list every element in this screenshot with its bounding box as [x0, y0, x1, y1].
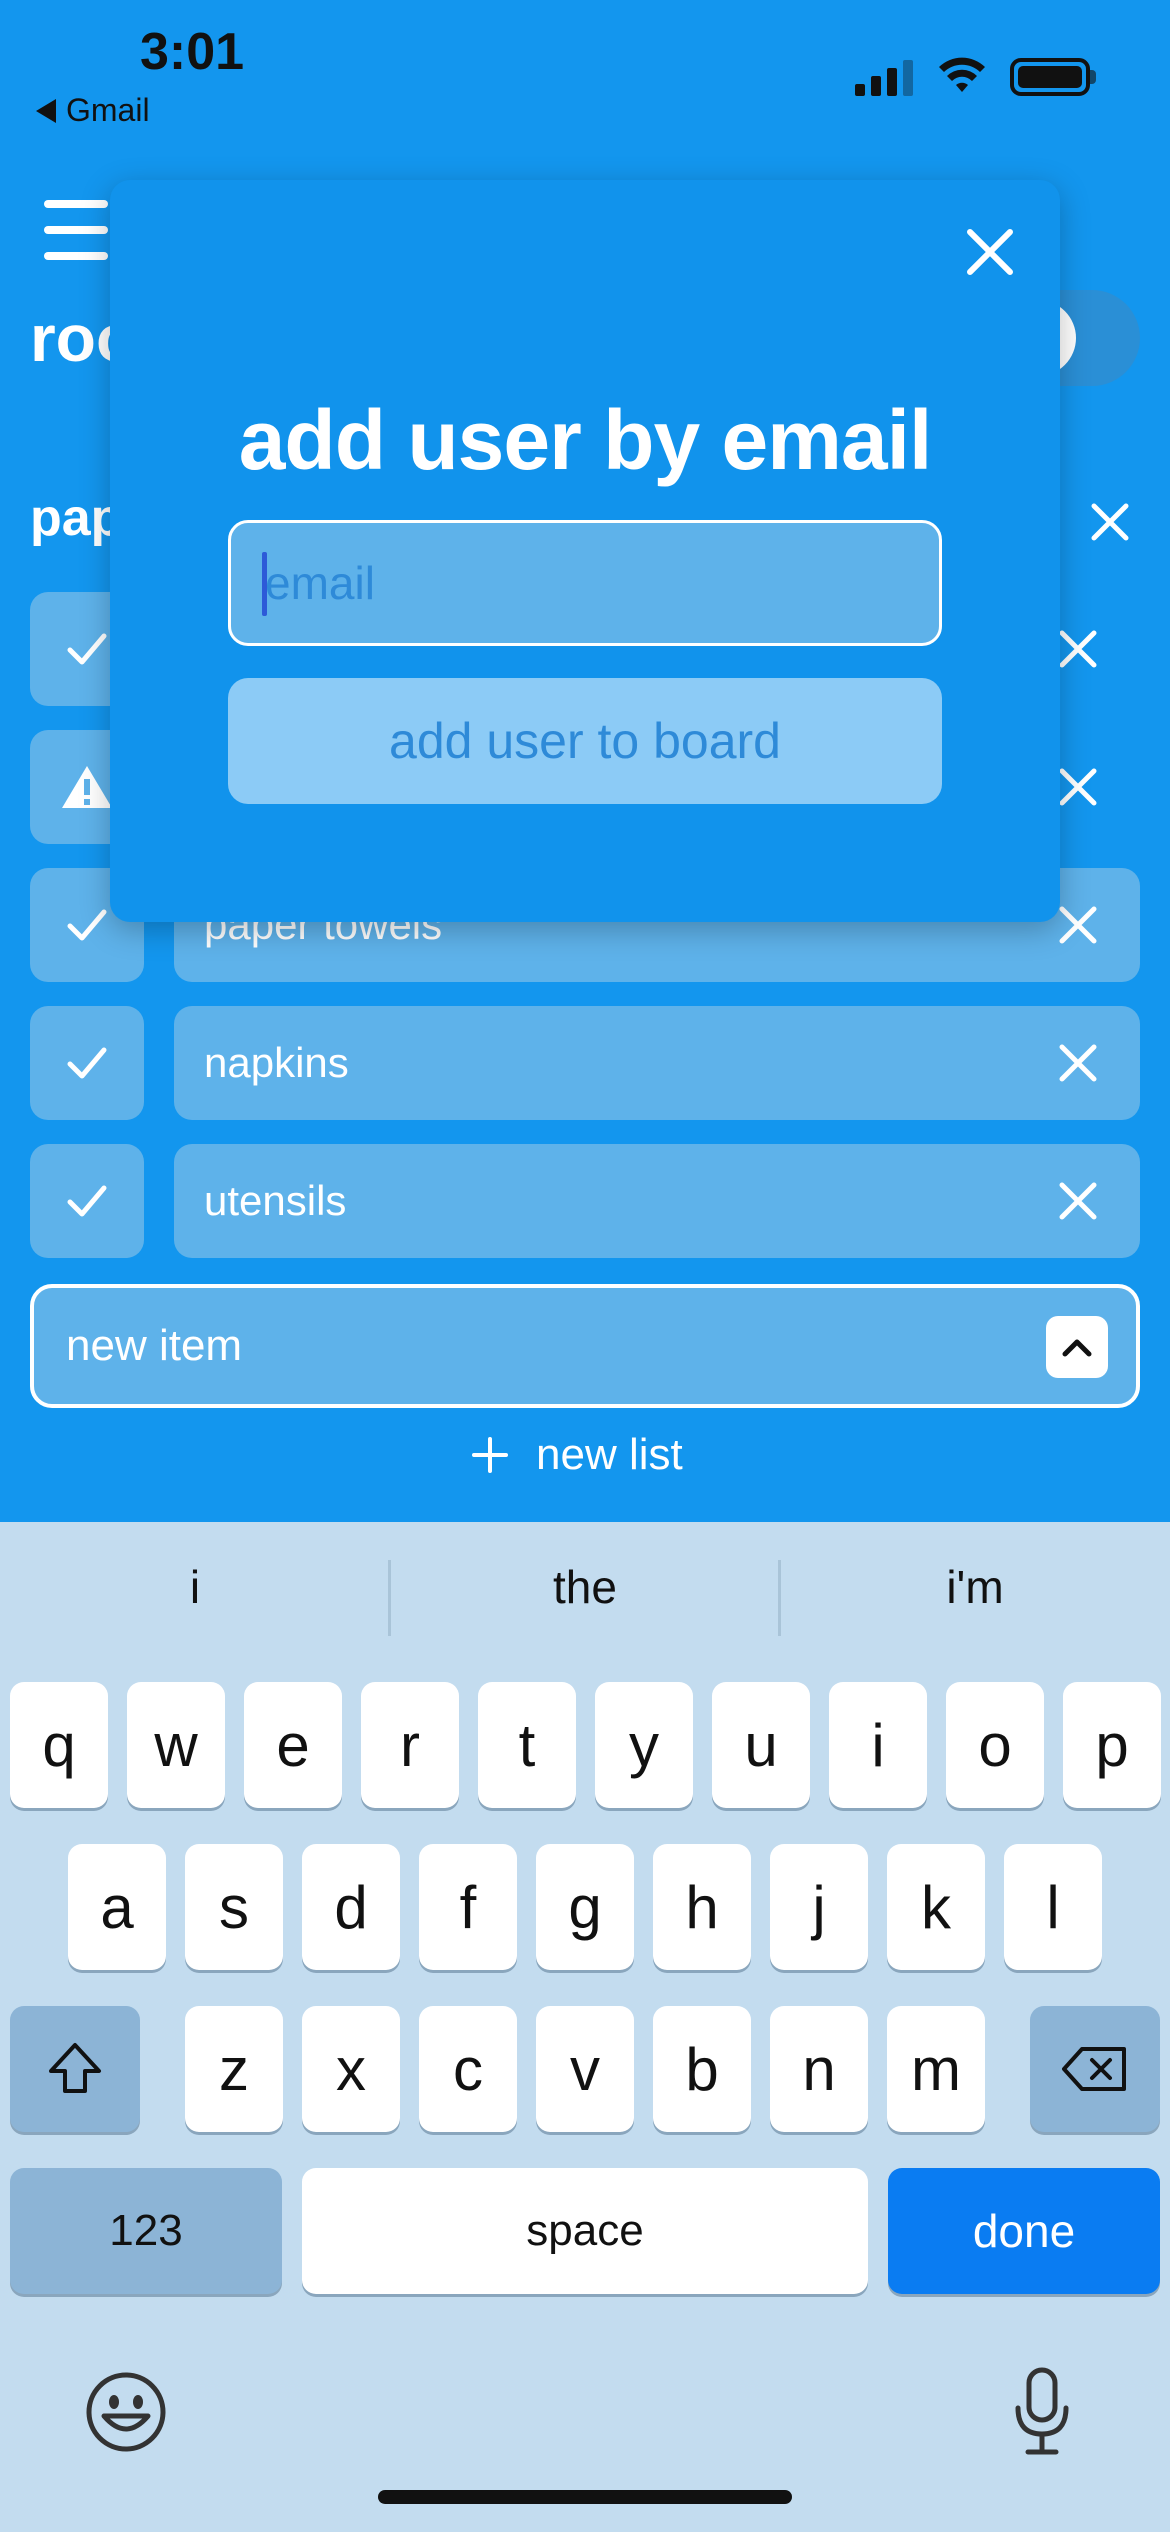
suggestion-item[interactable]: i'm	[780, 1560, 1170, 1614]
delete-item-icon[interactable]	[1054, 1177, 1102, 1225]
key[interactable]: q	[10, 1682, 108, 1808]
key[interactable]: u	[712, 1682, 810, 1808]
key[interactable]: t	[478, 1682, 576, 1808]
key[interactable]: g	[536, 1844, 634, 1970]
delete-item-icon[interactable]	[1054, 901, 1102, 949]
email-input[interactable]	[228, 520, 942, 646]
key[interactable]: r	[361, 1682, 459, 1808]
list-item-label: napkins	[204, 1039, 349, 1086]
key[interactable]: p	[1063, 1682, 1161, 1808]
key[interactable]: h	[653, 1844, 751, 1970]
new-item-placeholder: new item	[66, 1321, 243, 1370]
warning-icon	[62, 766, 112, 808]
key[interactable]: y	[595, 1682, 693, 1808]
back-to-app-link[interactable]: Gmail	[36, 92, 150, 129]
item-check-button[interactable]	[30, 1006, 144, 1120]
back-triangle-icon	[36, 98, 56, 123]
key[interactable]: b	[653, 2006, 751, 2132]
battery-icon	[1010, 58, 1090, 96]
suggestion-item[interactable]: the	[390, 1560, 780, 1614]
key[interactable]: o	[946, 1682, 1044, 1808]
new-list-button[interactable]: new list	[470, 1430, 683, 1480]
shift-key[interactable]	[10, 2006, 140, 2132]
delete-item-icon[interactable]	[1054, 1039, 1102, 1087]
key[interactable]: f	[419, 1844, 517, 1970]
chevron-up-icon	[1062, 1339, 1092, 1357]
done-key[interactable]: done	[888, 2168, 1160, 2294]
list-title: pap	[30, 489, 123, 547]
status-time: 3:01	[140, 23, 245, 81]
modal-title: add user by email	[238, 393, 933, 487]
delete-item-icon[interactable]	[1054, 763, 1102, 811]
key[interactable]: w	[127, 1682, 225, 1808]
close-modal-icon[interactable]	[962, 224, 1018, 280]
list-item-label: utensils	[204, 1177, 347, 1224]
wifi-icon	[939, 57, 985, 92]
key[interactable]: d	[302, 1844, 400, 1970]
item-check-button[interactable]	[30, 1144, 144, 1258]
list-item[interactable]: utensils	[174, 1144, 1140, 1258]
key[interactable]: a	[68, 1844, 166, 1970]
shift-arrow-icon	[49, 2043, 101, 2093]
key[interactable]: s	[185, 1844, 283, 1970]
home-indicator	[378, 2490, 792, 2504]
text-caret	[262, 552, 267, 616]
checkmark-icon	[67, 633, 107, 665]
key[interactable]: l	[1004, 1844, 1102, 1970]
list-item[interactable]: napkins	[174, 1006, 1140, 1120]
new-list-label: new list	[536, 1430, 683, 1479]
microphone-icon[interactable]	[1010, 2364, 1074, 2460]
key[interactable]: e	[244, 1682, 342, 1808]
key[interactable]: c	[419, 2006, 517, 2132]
add-user-to-board-button[interactable]: add user to board	[228, 678, 942, 804]
suggestion-item[interactable]: i	[0, 1560, 390, 1614]
back-app-label: Gmail	[66, 92, 150, 128]
emoji-icon[interactable]	[84, 2370, 168, 2454]
delete-list-icon[interactable]	[1084, 496, 1136, 548]
new-item-submit-button[interactable]	[1046, 1316, 1108, 1378]
new-item-input[interactable]: new item	[30, 1284, 1140, 1408]
delete-item-icon[interactable]	[1054, 625, 1102, 673]
plus-icon	[472, 1437, 508, 1473]
key[interactable]: j	[770, 1844, 868, 1970]
key[interactable]: x	[302, 2006, 400, 2132]
battery-tip	[1090, 70, 1096, 84]
cellular-signal-icon	[855, 58, 913, 96]
checkmark-icon	[67, 909, 107, 941]
key[interactable]: v	[536, 2006, 634, 2132]
backspace-key[interactable]	[1030, 2006, 1160, 2132]
backspace-icon	[1062, 2047, 1126, 2091]
key[interactable]: m	[887, 2006, 985, 2132]
numbers-key[interactable]: 123	[10, 2168, 282, 2294]
key[interactable]: n	[770, 2006, 868, 2132]
key[interactable]: i	[829, 1682, 927, 1808]
key[interactable]: z	[185, 2006, 283, 2132]
key[interactable]: k	[887, 1844, 985, 1970]
checkmark-icon	[67, 1047, 107, 1079]
space-key[interactable]: space	[302, 2168, 868, 2294]
checkmark-icon	[67, 1185, 107, 1217]
menu-icon[interactable]	[44, 200, 108, 260]
